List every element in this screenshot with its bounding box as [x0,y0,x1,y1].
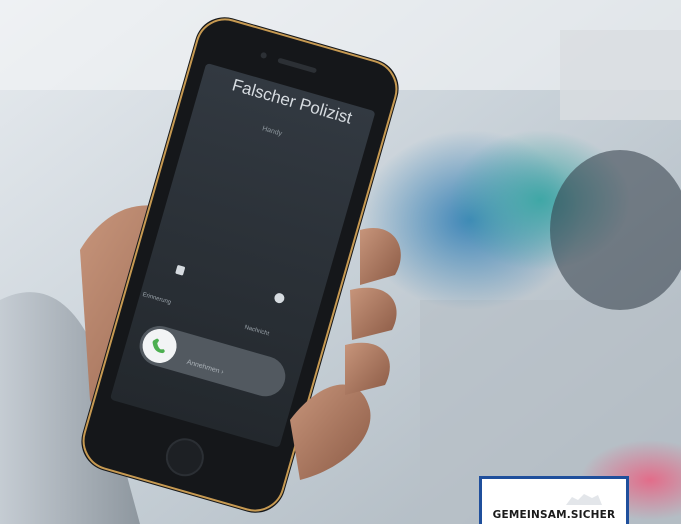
gemeinsam-sicher-badge: GEMEINSAM.SICHER [479,476,629,524]
badge-text: GEMEINSAM.SICHER [492,509,616,521]
photo-scene [0,0,681,524]
map-silhouette-icon [566,494,602,505]
